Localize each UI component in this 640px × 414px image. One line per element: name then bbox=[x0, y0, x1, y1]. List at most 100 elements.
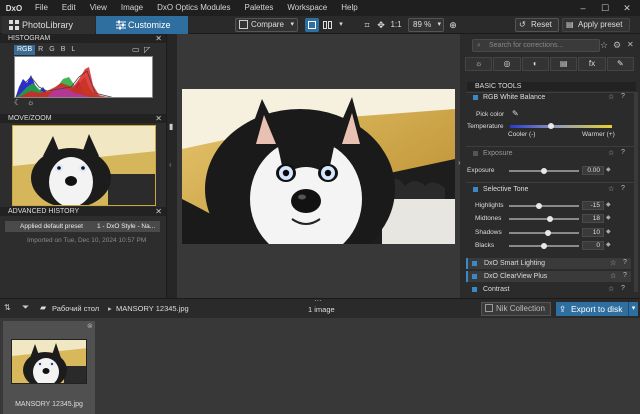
wb-enabled-toggle[interactable] bbox=[473, 95, 478, 100]
export-options-dropdown[interactable]: ▾ bbox=[628, 302, 638, 316]
thumbnail-image[interactable] bbox=[11, 339, 87, 384]
stepper-icon[interactable]: ◆ bbox=[606, 201, 611, 208]
filter-icon[interactable]: ⏷ bbox=[22, 302, 29, 313]
stepper-icon[interactable]: ◆ bbox=[606, 166, 611, 173]
selective-tone-star-icon[interactable]: ☆ bbox=[608, 185, 614, 193]
tone-slider-knob[interactable] bbox=[541, 243, 547, 249]
reset-button[interactable]: ↺ Reset bbox=[515, 18, 559, 32]
tone-value[interactable]: -15 bbox=[582, 201, 604, 210]
channel-r[interactable]: R bbox=[35, 45, 46, 55]
contrast-help-icon[interactable]: ? bbox=[621, 285, 625, 292]
sun-icon[interactable]: ☼ bbox=[27, 98, 34, 107]
contrast-star-icon[interactable]: ☆ bbox=[608, 285, 614, 293]
split-view-dropdown[interactable]: ▾ bbox=[334, 18, 348, 32]
navigator-preview[interactable] bbox=[12, 125, 156, 206]
zoom-in-icon[interactable]: ⊕ bbox=[446, 18, 460, 32]
clearview-row[interactable]: DxO ClearView Plus ☆ ? bbox=[466, 271, 631, 282]
sort-icon[interactable]: ⇅ bbox=[4, 303, 11, 312]
zoom-one-to-one-button[interactable]: 1:1 bbox=[388, 18, 404, 32]
maximize-button[interactable]: ☐ bbox=[594, 0, 616, 16]
temperature-knob[interactable] bbox=[548, 123, 554, 129]
move-icon[interactable]: ✥ bbox=[374, 18, 388, 32]
contrast-toggle[interactable] bbox=[472, 287, 477, 292]
close-window-button[interactable]: ✕ bbox=[616, 0, 638, 16]
main-photo[interactable] bbox=[182, 89, 455, 244]
stepper-icon[interactable]: ◆ bbox=[606, 241, 611, 248]
panel-close-icon[interactable]: ✕ bbox=[627, 40, 634, 49]
close-icon[interactable]: ✕ bbox=[155, 114, 162, 123]
export-to-disk-button[interactable]: ⇪ Export to disk bbox=[556, 302, 628, 316]
close-icon[interactable]: ✕ bbox=[155, 207, 162, 216]
exposure-enabled-toggle[interactable] bbox=[473, 151, 478, 156]
tab-local-adjust-icon[interactable]: ✎ bbox=[606, 57, 634, 71]
menu-edit[interactable]: Edit bbox=[55, 0, 83, 16]
menu-workspace[interactable]: Workspace bbox=[280, 0, 334, 16]
tone-value[interactable]: 0 bbox=[582, 241, 604, 250]
tone-slider-knob[interactable] bbox=[536, 203, 542, 209]
tone-slider[interactable] bbox=[509, 232, 579, 234]
chevron-left-icon[interactable]: ‹ bbox=[169, 160, 172, 169]
smart-lighting-star-icon[interactable]: ☆ bbox=[610, 259, 616, 267]
menu-palettes[interactable]: Palettes bbox=[237, 0, 280, 16]
thumbnail-card[interactable]: ⊗ MANSORY 12345.jpg bbox=[3, 321, 95, 414]
left-panel-scrollbar[interactable]: ▮ ‹ bbox=[166, 34, 177, 298]
wb-help-icon[interactable]: ? bbox=[621, 93, 625, 100]
eyedropper-icon[interactable]: ✎ bbox=[512, 109, 519, 118]
clearview-toggle[interactable] bbox=[472, 274, 477, 279]
temperature-slider[interactable] bbox=[510, 125, 612, 128]
image-viewer[interactable] bbox=[177, 34, 460, 298]
folder-path[interactable]: Рабочий стол bbox=[52, 304, 99, 313]
tone-value[interactable]: 10 bbox=[582, 228, 604, 237]
menu-image[interactable]: Image bbox=[114, 0, 150, 16]
clearview-star-icon[interactable]: ☆ bbox=[610, 272, 616, 280]
minimize-button[interactable]: – bbox=[572, 0, 594, 16]
compare-button[interactable]: Compare ▾ bbox=[235, 18, 298, 32]
channel-g[interactable]: G bbox=[46, 45, 57, 55]
history-row[interactable]: Applied default preset 1 - DxO Style - N… bbox=[5, 221, 160, 232]
selective-tone-help-icon[interactable]: ? bbox=[621, 185, 625, 192]
nik-collection-button[interactable]: Nik Collection bbox=[481, 302, 551, 316]
tab-detail-icon[interactable]: ◐ bbox=[521, 57, 549, 71]
clearview-help-icon[interactable]: ? bbox=[623, 272, 627, 279]
monitor-icon[interactable]: ▭ bbox=[132, 45, 140, 54]
channel-l[interactable]: L bbox=[68, 45, 78, 55]
smart-lighting-row[interactable]: DxO Smart Lighting ☆ ? bbox=[466, 258, 631, 269]
zoom-select[interactable]: 89 % ▾ bbox=[408, 18, 444, 32]
menu-file[interactable]: File bbox=[28, 0, 55, 16]
tab-effects-icon[interactable]: fx bbox=[578, 57, 606, 71]
stepper-icon[interactable]: ◆ bbox=[606, 214, 611, 221]
channel-rgb[interactable]: RGB bbox=[14, 45, 36, 55]
menu-optics-modules[interactable]: DxO Optics Modules bbox=[150, 0, 237, 16]
exposure-knob[interactable] bbox=[541, 168, 547, 174]
apply-preset-button[interactable]: ▤ Apply preset bbox=[562, 18, 630, 32]
tone-slider[interactable] bbox=[509, 218, 579, 220]
smart-lighting-toggle[interactable] bbox=[472, 261, 477, 266]
search-input[interactable]: ⌕ Search for corrections... bbox=[472, 39, 600, 52]
settings-gear-icon[interactable]: ⚙ bbox=[613, 40, 621, 51]
close-icon[interactable]: ✕ bbox=[155, 34, 162, 43]
menu-help[interactable]: Help bbox=[334, 0, 364, 16]
clipping-icon[interactable]: ◸ bbox=[144, 45, 150, 54]
right-panel-scrollbar[interactable] bbox=[634, 92, 638, 292]
smart-lighting-help-icon[interactable]: ? bbox=[623, 259, 627, 266]
tone-slider[interactable] bbox=[509, 205, 579, 207]
tone-slider-knob[interactable] bbox=[547, 216, 553, 222]
tone-value[interactable]: 18 bbox=[582, 214, 604, 223]
exposure-value[interactable]: 0.00 bbox=[582, 166, 604, 175]
contrast-row[interactable]: Contrast ☆ ? bbox=[466, 284, 631, 295]
stepper-icon[interactable]: ◆ bbox=[606, 228, 611, 235]
exposure-star-icon[interactable]: ☆ bbox=[608, 149, 614, 157]
collapse-left-icon[interactable]: ▮ bbox=[169, 122, 173, 131]
favorite-star-icon[interactable]: ☆ bbox=[600, 40, 608, 51]
single-view-button[interactable] bbox=[305, 18, 319, 32]
tone-slider-knob[interactable] bbox=[545, 230, 551, 236]
channel-b[interactable]: B bbox=[58, 45, 69, 55]
tab-geometry-icon[interactable]: ▤ bbox=[549, 57, 578, 71]
moon-icon[interactable]: ☾ bbox=[14, 98, 21, 107]
selective-tone-toggle[interactable] bbox=[473, 187, 478, 192]
history-row[interactable]: Imported on Tue, Dec 10, 2024 10:57 PM bbox=[5, 235, 160, 246]
tab-light-icon[interactable]: ☼ bbox=[465, 57, 493, 71]
crop-icon[interactable]: ⌗ bbox=[360, 18, 374, 32]
menu-view[interactable]: View bbox=[83, 0, 114, 16]
tab-color-icon[interactable]: ◎ bbox=[493, 57, 521, 71]
